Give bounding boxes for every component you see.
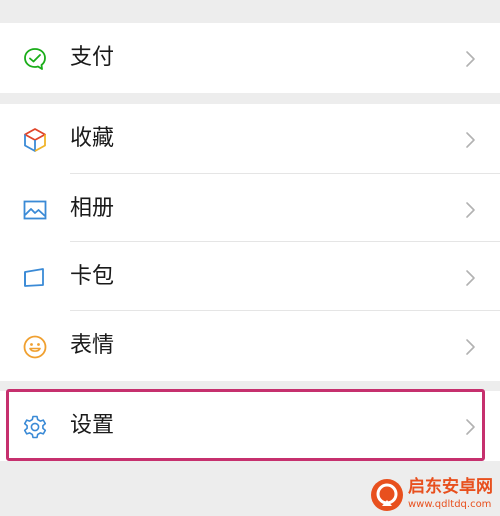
favorites-cube-icon	[22, 127, 48, 153]
menu-item-settings[interactable]: 设置	[0, 391, 500, 461]
watermark-title: 启东安卓网	[408, 477, 493, 497]
smiley-face-icon	[22, 334, 48, 360]
menu-item-pay[interactable]: 支付	[0, 23, 500, 93]
chevron-right-icon	[464, 49, 478, 69]
site-watermark: 启东安卓网 www.qdltdq.com	[370, 474, 500, 516]
menu-item-label: 收藏	[70, 126, 115, 151]
album-picture-icon	[22, 197, 48, 223]
settings-gear-icon	[22, 414, 48, 440]
menu-item-label: 卡包	[70, 264, 115, 289]
menu-item-stickers[interactable]: 表情	[0, 311, 500, 381]
menu-item-label: 支付	[70, 45, 115, 70]
chevron-right-icon	[464, 337, 478, 357]
chevron-right-icon	[464, 130, 478, 150]
chevron-right-icon	[464, 268, 478, 288]
wechat-pay-icon	[22, 46, 48, 72]
menu-item-label: 表情	[70, 333, 115, 358]
menu-item-favorites[interactable]: 收藏	[0, 104, 500, 174]
menu-item-label: 相册	[70, 196, 115, 221]
chevron-right-icon	[464, 417, 478, 437]
menu-item-label: 设置	[70, 413, 115, 438]
watermark-url: www.qdltdq.com	[408, 499, 492, 510]
watermark-logo-icon	[370, 478, 404, 512]
chevron-right-icon	[464, 200, 478, 220]
card-wallet-icon	[22, 265, 48, 291]
top-gap	[0, 0, 500, 12]
me-page-menu: 支付 收藏 相册 卡包 表情 设置 启东安卓网 www.qdltdq.com	[0, 0, 500, 516]
menu-item-album[interactable]: 相册	[0, 174, 500, 244]
menu-item-cards[interactable]: 卡包	[0, 242, 500, 312]
